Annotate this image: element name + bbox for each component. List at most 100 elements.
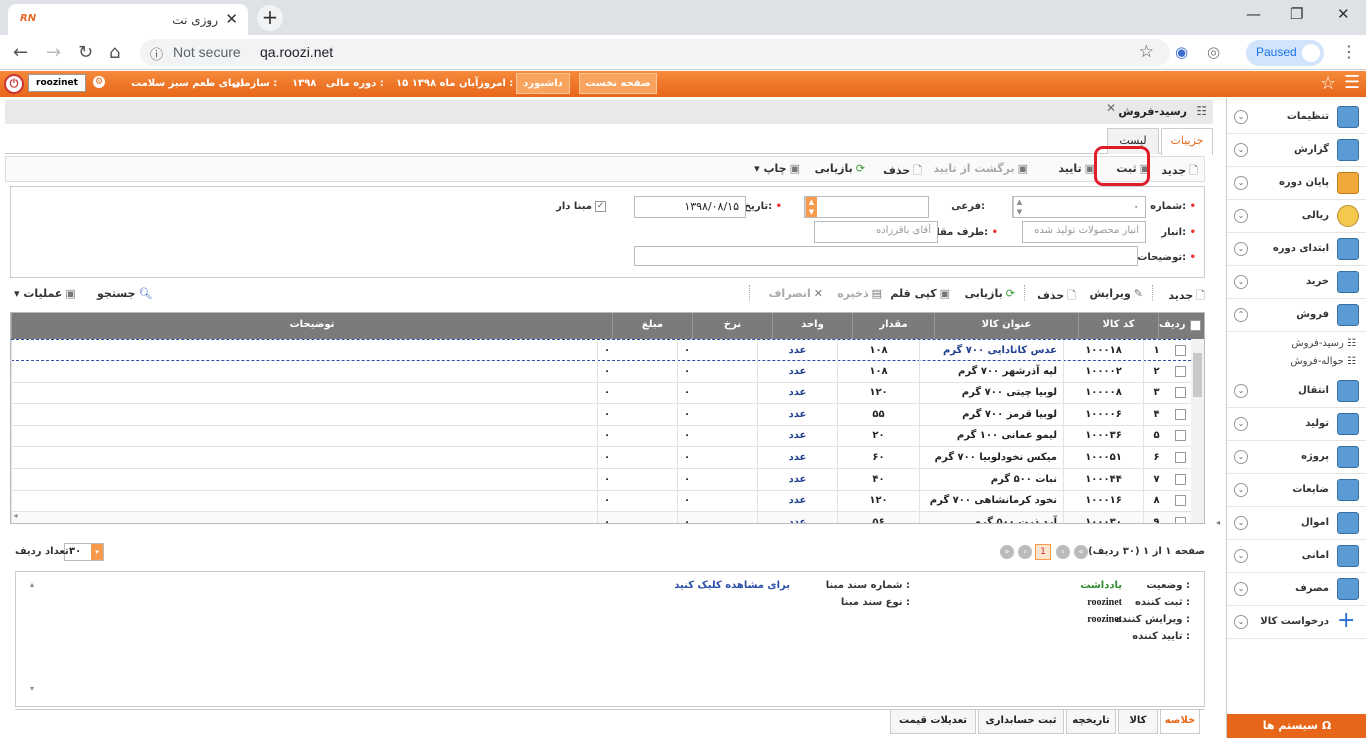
- cell-rate[interactable]: ۰: [677, 511, 757, 523]
- approve-button[interactable]: تایید ▣: [1058, 162, 1095, 175]
- cell-qty[interactable]: ۴۰: [837, 468, 919, 490]
- cell-qty[interactable]: ۱۰۸: [837, 340, 919, 361]
- cell-unit[interactable]: عدد: [757, 468, 837, 490]
- last-page-icon[interactable]: »: [1000, 545, 1014, 559]
- grid-copy-button[interactable]: کپی قلم ▣: [890, 287, 950, 300]
- first-page-icon[interactable]: «: [1074, 545, 1088, 559]
- chevron-down-icon[interactable]: ⌄: [1234, 582, 1248, 596]
- bookmark-star-icon[interactable]: ☆: [1139, 42, 1154, 62]
- cell-desc[interactable]: [11, 511, 597, 523]
- chevron-down-icon[interactable]: ⌄: [1234, 516, 1248, 530]
- cell-amount[interactable]: ۰: [597, 340, 677, 361]
- cell-amount[interactable]: ۰: [597, 360, 677, 382]
- username-box[interactable]: roozinet: [28, 74, 86, 92]
- settings-gear-icon[interactable]: ⚙: [93, 76, 105, 88]
- cell-title[interactable]: لوبیا قرمز ۷۰۰ گرم: [919, 403, 1063, 425]
- row-checkbox[interactable]: [1174, 365, 1186, 377]
- chevron-down-icon[interactable]: ⌄: [1234, 549, 1248, 563]
- cell-amount[interactable]: ۰: [597, 382, 677, 404]
- sidebar-item-12[interactable]: ⌄ اموال: [1227, 507, 1366, 540]
- cell-row[interactable]: ۴: [1143, 403, 1169, 425]
- cell-rate[interactable]: ۰: [677, 468, 757, 490]
- cell-code[interactable]: ۱۰۰۰۳۶: [1063, 425, 1143, 447]
- cell-unit[interactable]: عدد: [757, 382, 837, 404]
- cell-rate[interactable]: ۰: [677, 403, 757, 425]
- bottom-tab[interactable]: خلاصه: [1160, 710, 1200, 734]
- col-title[interactable]: عنوان کالا: [934, 313, 1078, 339]
- bottom-tab[interactable]: کالا: [1118, 710, 1158, 734]
- cell-rate[interactable]: ۰: [677, 360, 757, 382]
- table-row[interactable]: ۵ ۱۰۰۰۳۶ لیمو عمانی ۱۰۰ گرم ۲۰ عدد ۰ ۰: [11, 425, 1191, 448]
- row-checkbox[interactable]: [1174, 452, 1186, 463]
- cell-unit[interactable]: عدد: [757, 490, 837, 512]
- sidebar-item-8[interactable]: ⌄ انتقال: [1227, 375, 1366, 408]
- chevron-down-icon[interactable]: ⌄: [1234, 384, 1248, 398]
- close-window-icon[interactable]: ✕: [1337, 5, 1350, 23]
- col-unit[interactable]: واحد: [772, 313, 852, 339]
- sidebar-item-15[interactable]: ⌄ درخواست کالا +: [1227, 606, 1366, 639]
- scroll-thumb[interactable]: [1193, 353, 1202, 397]
- cell-unit[interactable]: عدد: [757, 360, 837, 382]
- new-button[interactable]: جدید 🗋: [1161, 162, 1198, 181]
- sidebar-item-4[interactable]: ⌄ ریالی: [1227, 200, 1366, 233]
- cell-code[interactable]: ۱۰۰۰۰۸: [1063, 382, 1143, 404]
- row-checkbox[interactable]: [1174, 408, 1186, 420]
- cell-amount[interactable]: ۰: [597, 468, 677, 490]
- grid-vertical-scrollbar[interactable]: [1191, 339, 1204, 523]
- operations-button[interactable]: ▾ عملیات ▣: [14, 287, 76, 300]
- cell-title[interactable]: لپه آذرشهر ۷۰۰ گرم: [919, 360, 1063, 382]
- sidebar-item-11[interactable]: ⌄ ضایعات: [1227, 474, 1366, 507]
- cell-code[interactable]: ۱۰۰۰۵۱: [1063, 447, 1143, 468]
- delete-button[interactable]: حذف 🗋: [883, 162, 922, 181]
- dashboard-button[interactable]: داشبورد: [516, 73, 570, 94]
- chevron-down-icon[interactable]: ⌄: [1234, 417, 1248, 431]
- chevron-down-icon[interactable]: ⌄: [1234, 209, 1248, 223]
- table-row[interactable]: ۹ ۱۰۰۰۳۰ آرد ذرت ۵۰۰ گرم ۵۶ عدد ۰ ۰: [11, 511, 1191, 523]
- table-row[interactable]: ۳ ۱۰۰۰۰۸ لوبیا چیتی ۷۰۰ گرم ۱۲۰ عدد ۰ ۰: [11, 382, 1191, 405]
- cell-rate[interactable]: ۰: [677, 447, 757, 468]
- cell-unit[interactable]: عدد: [757, 403, 837, 425]
- sidebar-item-6[interactable]: ⌄ خرید: [1227, 266, 1366, 299]
- search-button[interactable]: جستجو 🔍︎: [97, 287, 152, 300]
- cell-qty[interactable]: ۵۵: [837, 403, 919, 425]
- col-desc[interactable]: توضیحات: [11, 313, 612, 339]
- col-code[interactable]: کد کالا: [1078, 313, 1158, 339]
- sidebar-item-10[interactable]: ⌄ پروژه: [1227, 441, 1366, 474]
- chevron-down-icon[interactable]: ⌄: [1234, 110, 1248, 124]
- cell-code[interactable]: ۱۰۰۰۱۸: [1063, 340, 1143, 361]
- table-row[interactable]: ۴ ۱۰۰۰۰۶ لوبیا قرمز ۷۰۰ گرم ۵۵ عدد ۰ ۰: [11, 403, 1191, 426]
- profile-paused-button[interactable]: Paused: [1246, 40, 1324, 66]
- sidebar-item-7[interactable]: ⌃ فروش: [1227, 299, 1366, 332]
- extension-icon[interactable]: ◉: [1175, 43, 1188, 61]
- close-tab-icon[interactable]: ✕: [225, 10, 238, 28]
- cell-title[interactable]: نخود کرمانشاهی ۷۰۰ گرم: [919, 490, 1063, 512]
- desc-input[interactable]: [634, 246, 1138, 266]
- sidebar-item-9[interactable]: ⌄ تولید: [1227, 408, 1366, 441]
- cell-rate[interactable]: ۰: [677, 425, 757, 447]
- cell-row[interactable]: ۶: [1143, 447, 1169, 468]
- cell-title[interactable]: لیمو عمانی ۱۰۰ گرم: [919, 425, 1063, 447]
- select-all-checkbox[interactable]: [1189, 320, 1201, 331]
- row-checkbox[interactable]: [1174, 345, 1186, 356]
- grid-save-button[interactable]: ذخیره ▤: [837, 287, 882, 300]
- forward-icon[interactable]: →: [46, 42, 61, 63]
- grid-delete-button[interactable]: حذف 🗋: [1037, 287, 1076, 306]
- current-page[interactable]: 1: [1035, 544, 1051, 560]
- refresh-button[interactable]: بازیابی ⟳: [815, 162, 865, 175]
- table-row[interactable]: ۱ ۱۰۰۰۱۸ عدس کانادایی ۷۰۰ گرم ۱۰۸ عدد ۰ ۰: [11, 339, 1191, 361]
- chevron-down-icon[interactable]: ⌄: [1234, 143, 1248, 157]
- bottom-tab[interactable]: تعدیلات قیمت: [890, 710, 976, 734]
- cell-desc[interactable]: [11, 447, 597, 468]
- cell-row[interactable]: ۱: [1143, 340, 1169, 361]
- collapse-sidebar-icon[interactable]: ◂: [1216, 518, 1220, 527]
- view-source-link[interactable]: برای مشاهده کلیک کنید: [674, 580, 790, 591]
- col-row[interactable]: ردیف: [1158, 313, 1186, 339]
- cell-qty[interactable]: ۱۰۸: [837, 360, 919, 382]
- row-checkbox[interactable]: [1174, 430, 1186, 442]
- browser-menu-icon[interactable]: ⋮: [1341, 42, 1357, 61]
- cell-code[interactable]: ۱۰۰۰۴۴: [1063, 468, 1143, 490]
- cell-title[interactable]: عدس کانادایی ۷۰۰ گرم: [919, 340, 1063, 361]
- cell-unit[interactable]: عدد: [757, 425, 837, 447]
- prev-page-icon[interactable]: ‹: [1056, 545, 1070, 559]
- revert-approve-button[interactable]: برگشت از تایید ▣: [933, 162, 1028, 175]
